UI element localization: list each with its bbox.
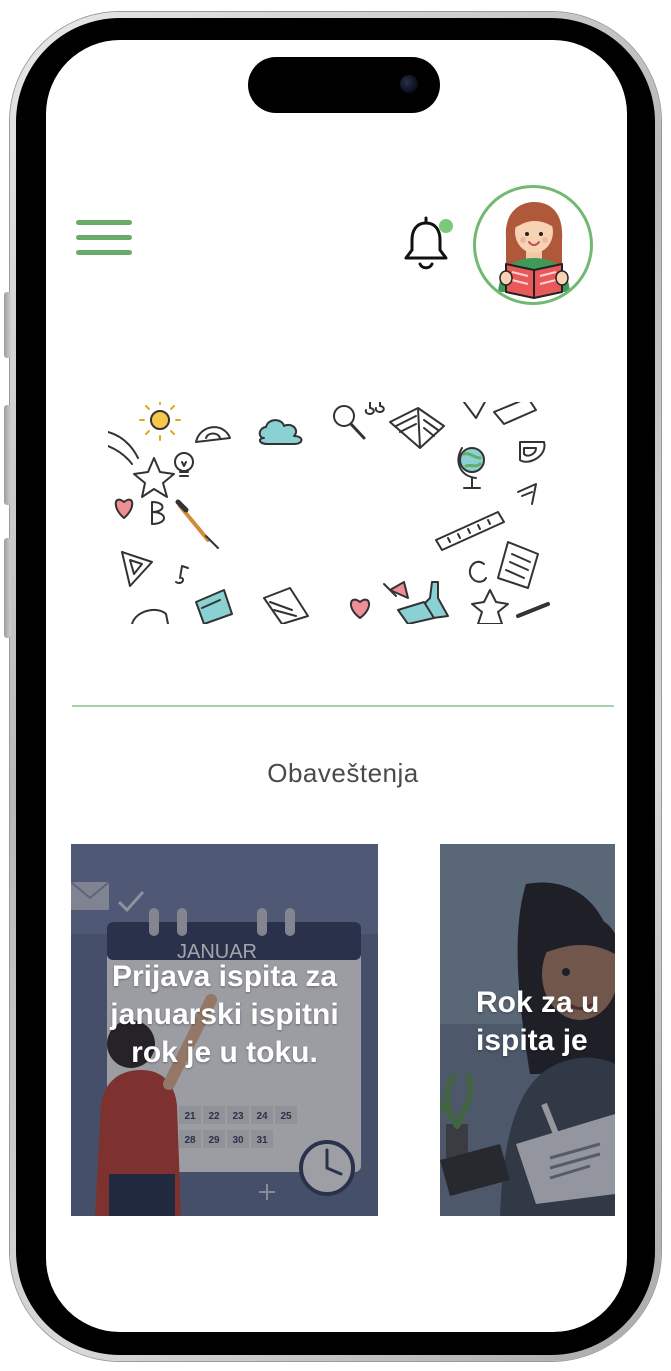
hamburger-menu-icon[interactable] [76, 220, 132, 260]
card-title: Prijava ispita za januarski ispitni rok … [71, 958, 378, 1072]
paint-brush-icon [175, 499, 219, 549]
section-divider [72, 705, 614, 707]
protractor-right-icon [519, 441, 546, 463]
pin-icon [383, 581, 409, 599]
star-icon [108, 431, 175, 498]
card-title-line: rok je u toku. [131, 1036, 318, 1069]
pencil-bottom-icon [516, 602, 550, 618]
book-stack-icon [131, 608, 169, 624]
notification-dot [439, 219, 453, 233]
notification-card-exam-deadline[interactable]: Rok za u ispita je [440, 844, 615, 1216]
camera-icon [400, 75, 418, 93]
letter-b-icon [151, 501, 165, 525]
triangle-icon [463, 402, 487, 419]
card-title-line: januarski ispitni [110, 998, 339, 1031]
star-bottom-icon [471, 589, 509, 624]
calculator-icon [195, 589, 233, 624]
heart-small-icon [350, 598, 370, 619]
student-reading-avatar[interactable] [473, 185, 593, 305]
action-button [4, 292, 11, 358]
card-title-line: Prijava ispita za [111, 960, 338, 993]
bell-icon[interactable] [400, 210, 456, 272]
letter-c-icon [468, 561, 487, 583]
dynamic-island [248, 57, 440, 113]
volume-down-button [4, 538, 11, 638]
paper-sheet-icon [497, 541, 539, 589]
heart-icon [114, 498, 134, 519]
sun-icon [139, 402, 181, 441]
cloud-icon [258, 419, 303, 445]
open-book-icon [389, 407, 445, 449]
card-title-line: Rok za u [476, 986, 600, 1019]
lightbulb-icon [174, 452, 194, 477]
music-note-icon [364, 402, 385, 415]
school-doodles-banner [108, 402, 550, 624]
music-note-small-icon [175, 565, 189, 584]
card-title: Rok za u ispita je [476, 984, 599, 1060]
magnifier-icon [333, 405, 366, 440]
notification-card-exam-registration[interactable]: JANUAR 21 22 23 24 25 28 29 30 31 Prijav… [71, 844, 378, 1216]
globe-icon [457, 447, 485, 489]
ruler-icon [435, 511, 505, 551]
protractor-icon [195, 426, 231, 443]
letter-a-icon [517, 483, 537, 505]
card-title-line: ispita je [476, 1024, 588, 1057]
set-square-icon [121, 551, 153, 587]
pencil-case-icon [493, 402, 537, 425]
notebook-icon [263, 587, 309, 624]
volume-up-button [4, 405, 11, 505]
notifications-title: Obaveštenja [267, 758, 419, 788]
